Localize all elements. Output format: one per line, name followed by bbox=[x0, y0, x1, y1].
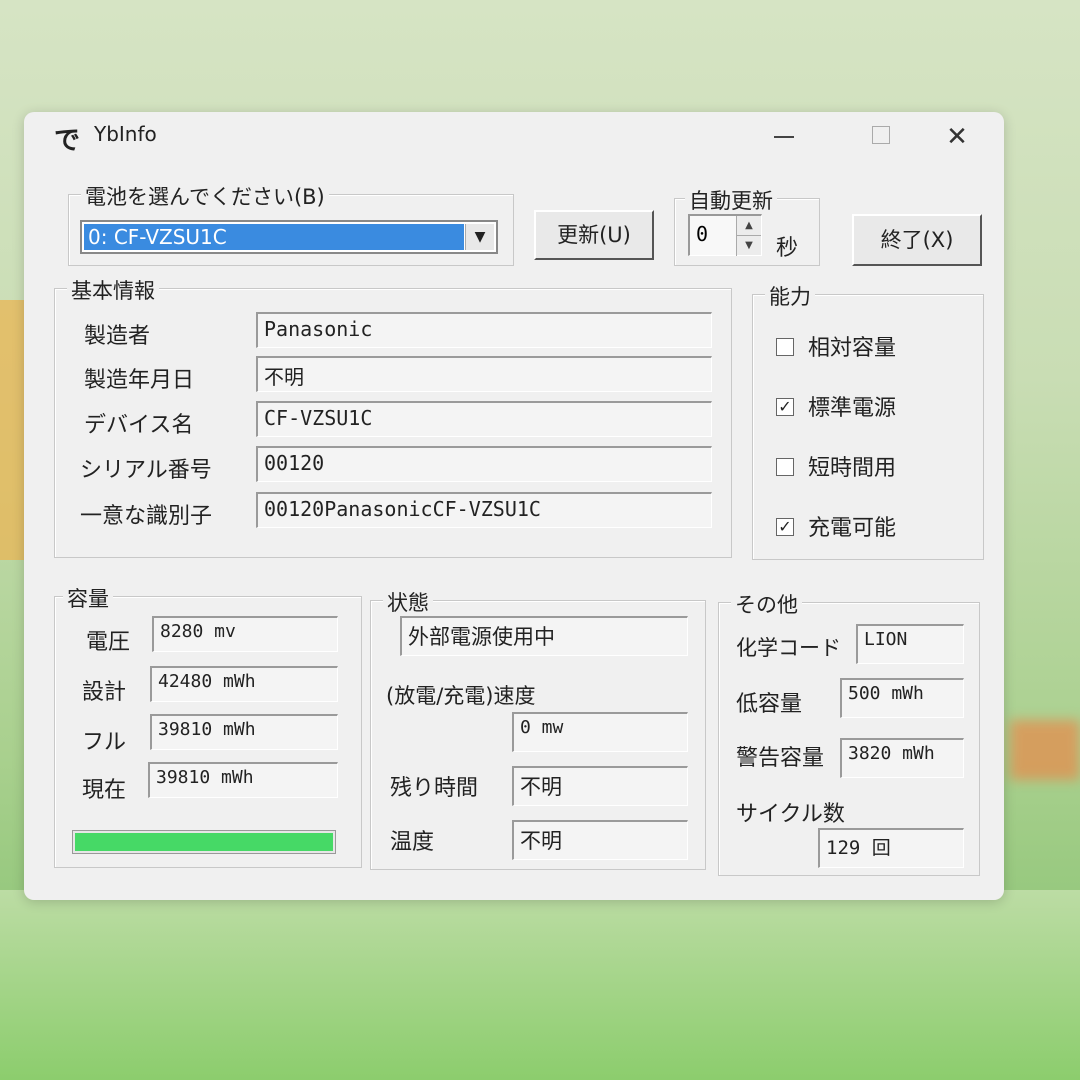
chevron-down-icon[interactable]: ▼ bbox=[465, 224, 494, 250]
system-power-checkbox[interactable]: ✓ 標準電源 bbox=[776, 390, 896, 422]
manufacture-date-field: 不明 bbox=[256, 356, 712, 392]
spinner-down-icon[interactable]: ▼ bbox=[737, 236, 761, 255]
remaining-time-label: 残り時間 bbox=[390, 776, 479, 801]
app-icon: で bbox=[54, 126, 81, 156]
title-bar[interactable]: で YbInfo ✕ bbox=[24, 112, 1004, 160]
ybinfo-window: で YbInfo ✕ 電池を選んでください(B) 0: CF-VZSU1C ▼ … bbox=[24, 112, 1004, 900]
relative-capacity-label: 相対容量 bbox=[808, 336, 897, 361]
serial-number-field: 00120 bbox=[256, 446, 712, 482]
current-capacity-field: 39810 mWh bbox=[148, 762, 338, 798]
device-name-label: デバイス名 bbox=[84, 413, 194, 438]
auto-update-unit: 秒 bbox=[776, 236, 799, 261]
desktop-background bbox=[0, 890, 1080, 1080]
charge-progress-bar bbox=[72, 830, 336, 854]
current-capacity-label: 現在 bbox=[82, 778, 127, 803]
minimize-button[interactable] bbox=[764, 122, 804, 152]
spinner-buttons: ▲ ▼ bbox=[736, 216, 761, 256]
unique-id-label: 一意な識別子 bbox=[80, 504, 213, 529]
warning-capacity-field: 3820 mWh bbox=[840, 738, 964, 778]
other-legend: その他 bbox=[731, 589, 802, 619]
auto-update-legend: 自動更新 bbox=[685, 185, 777, 215]
checkbox-checked-icon: ✓ bbox=[776, 398, 794, 416]
maximize-button[interactable] bbox=[860, 122, 900, 152]
battery-select-dropdown[interactable]: 0: CF-VZSU1C ▼ bbox=[80, 220, 498, 254]
maximize-icon bbox=[872, 126, 890, 144]
checkbox-checked-icon: ✓ bbox=[776, 518, 794, 536]
low-capacity-field: 500 mWh bbox=[840, 678, 964, 718]
short-term-checkbox[interactable]: 短時間用 bbox=[776, 450, 896, 482]
refresh-button[interactable]: 更新(U) bbox=[534, 210, 654, 260]
capability-legend: 能力 bbox=[765, 281, 815, 311]
full-capacity-field: 39810 mWh bbox=[150, 714, 338, 750]
rechargeable-checkbox[interactable]: ✓ 充電可能 bbox=[776, 510, 896, 542]
warning-capacity-label: 警告容量 bbox=[736, 746, 825, 771]
minimize-icon bbox=[774, 136, 794, 138]
cycle-count-field: 129 回 bbox=[818, 828, 964, 868]
exit-button[interactable]: 終了(X) bbox=[852, 214, 982, 266]
rate-field: 0 mw bbox=[512, 712, 688, 752]
manufacturer-field: Panasonic bbox=[256, 312, 712, 348]
rate-label: (放電/充電)速度 bbox=[386, 684, 536, 708]
manufacturer-label: 製造者 bbox=[84, 324, 151, 349]
system-power-label: 標準電源 bbox=[808, 396, 897, 421]
battery-select-legend: 電池を選んでください(B) bbox=[81, 181, 329, 211]
background-accent-right bbox=[1010, 720, 1080, 780]
close-button[interactable]: ✕ bbox=[937, 122, 977, 152]
battery-select-value: 0: CF-VZSU1C bbox=[84, 224, 464, 250]
checkbox-icon bbox=[776, 458, 794, 476]
checkbox-icon bbox=[776, 338, 794, 356]
short-term-label: 短時間用 bbox=[808, 456, 897, 481]
design-capacity-field: 42480 mWh bbox=[150, 666, 338, 702]
low-capacity-label: 低容量 bbox=[736, 692, 803, 717]
spinner-up-icon[interactable]: ▲ bbox=[737, 216, 761, 236]
serial-number-label: シリアル番号 bbox=[80, 458, 212, 483]
cycle-count-label: サイクル数 bbox=[736, 802, 845, 827]
status-legend: 状態 bbox=[383, 587, 433, 617]
chemistry-field: LION bbox=[856, 624, 964, 664]
design-capacity-label: 設計 bbox=[82, 680, 127, 705]
temperature-label: 温度 bbox=[390, 830, 435, 855]
rechargeable-label: 充電可能 bbox=[808, 516, 897, 541]
voltage-label: 電圧 bbox=[86, 630, 131, 655]
manufacture-date-label: 製造年月日 bbox=[84, 368, 195, 393]
capacity-legend: 容量 bbox=[63, 583, 113, 613]
basic-info-legend: 基本情報 bbox=[67, 275, 159, 305]
unique-id-field: 00120PanasonicCF-VZSU1C bbox=[256, 492, 712, 528]
remaining-time-field: 不明 bbox=[512, 766, 688, 806]
auto-update-value: 0 bbox=[696, 222, 709, 246]
voltage-field: 8280 mv bbox=[152, 616, 338, 652]
window-title: YbInfo bbox=[94, 122, 157, 146]
full-capacity-label: フル bbox=[82, 730, 127, 755]
chemistry-label: 化学コード bbox=[736, 636, 841, 660]
close-icon: ✕ bbox=[946, 122, 968, 152]
power-state-field: 外部電源使用中 bbox=[400, 616, 688, 656]
relative-capacity-checkbox[interactable]: 相対容量 bbox=[776, 330, 896, 362]
auto-update-spinner[interactable]: 0 ▲ ▼ bbox=[688, 214, 762, 256]
charge-progress-fill bbox=[75, 833, 333, 851]
temperature-field: 不明 bbox=[512, 820, 688, 860]
device-name-field: CF-VZSU1C bbox=[256, 401, 712, 437]
